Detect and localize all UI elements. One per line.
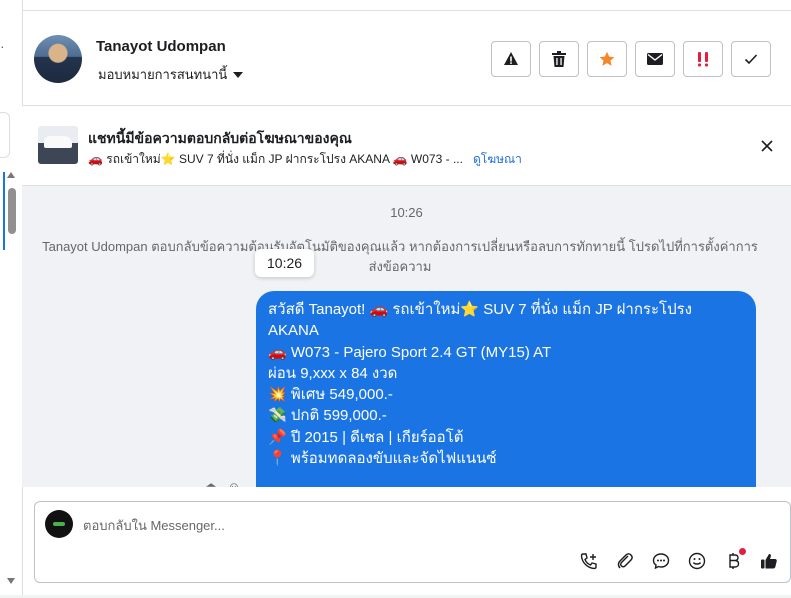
delete-button[interactable] [539, 41, 579, 77]
reply-icon[interactable]: ⏏ [205, 479, 217, 487]
message-timestamp: 10:26 [390, 205, 423, 220]
header-actions [491, 41, 771, 77]
message-bubble[interactable]: สวัสดี Tanayot! 🚗 รถเข้าใหม่⭐ SUV 7 ที่น… [256, 291, 756, 487]
saved-replies-button[interactable] [650, 550, 672, 572]
warning-icon [504, 52, 518, 65]
payments-button[interactable] [722, 548, 746, 572]
like-button[interactable] [758, 550, 780, 572]
follow-up-button[interactable] [683, 41, 723, 77]
left-sidebar: · [0, 0, 23, 598]
double-exclamation-icon [698, 52, 708, 67]
reply-composer [34, 501, 791, 583]
ad-description: 🚗 รถเข้าใหม่⭐ SUV 7 ที่นั่ง แม็ก JP ฝากร… [88, 152, 463, 166]
scroll-down-arrow-icon[interactable] [7, 578, 15, 584]
smiley-icon [688, 552, 706, 570]
report-spam-button[interactable] [491, 41, 531, 77]
scroll-thumb[interactable] [8, 188, 16, 234]
message-line: ผ่อน 9,xxx x 84 งวด [268, 364, 398, 382]
close-icon[interactable] [759, 138, 775, 154]
notification-dot [739, 548, 746, 555]
message-thread[interactable]: 10:26 Tanayot Udompan ตอบกลับข้อความต้อน… [22, 186, 791, 487]
assign-label: มอบหมายการสนทนานี้ [98, 67, 228, 82]
phone-plus-icon [580, 553, 597, 570]
view-ad-link[interactable]: ดูโฆษณา [473, 150, 522, 169]
composer-toolbar [578, 548, 780, 572]
mark-unread-button[interactable] [635, 41, 675, 77]
attach-button[interactable] [614, 550, 636, 572]
envelope-icon [647, 53, 663, 65]
message-line: 📌 ปี 2015 | ดีเซล | เกียร์ออโต้ [268, 428, 464, 446]
star-button[interactable] [587, 41, 627, 77]
message-line: สวัสดี Tanayot! 🚗 รถเข้าใหม่⭐ SUV 7 ที่น… [268, 301, 692, 318]
react-icon[interactable]: ☺ [227, 479, 240, 487]
emoji-button[interactable] [686, 550, 708, 572]
page-avatar [45, 510, 73, 538]
chat-bubble-icon [652, 553, 670, 570]
checkmark-icon [744, 54, 758, 65]
sidebar-card-edge[interactable] [0, 112, 10, 158]
reply-input[interactable] [83, 515, 553, 535]
scroll-indicator [3, 172, 5, 250]
message-line: 💸 ปกติ 599,000.- [268, 407, 387, 425]
message-tools: ⏏ ☺ [205, 479, 241, 487]
message-line: 💥 พิเศษ 549,000.- [268, 386, 393, 404]
message-line: 📍 พร้อมทดลองขับและจัดไฟแนนซ์ [268, 450, 497, 468]
system-message: Tanayot Udompan ตอบกลับข้อความต้อนรับอัต… [42, 239, 758, 274]
time-tooltip: 10:26 [255, 249, 315, 277]
ad-thumbnail[interactable] [38, 126, 78, 164]
scroll-up-arrow-icon[interactable] [7, 172, 15, 178]
ad-banner-subtitle: 🚗 รถเข้าใหม่⭐ SUV 7 ที่นั่ง แม็ก JP ฝากร… [88, 150, 522, 169]
conversation-panel: Tanayot Udompan มอบหมายการสนทนานี้ แชทนี… [22, 0, 791, 598]
ad-banner-title: แชทนี้มีข้อความตอบกลับต่อโฆษณาของคุณ [88, 130, 352, 146]
assign-conversation-dropdown[interactable]: มอบหมายการสนทนานี้ [98, 64, 244, 85]
sidebar-edge-glyph: · [0, 38, 5, 54]
thumbs-up-icon [761, 554, 777, 569]
star-icon [599, 51, 615, 66]
contact-name[interactable]: Tanayot Udompan [96, 38, 226, 55]
conversation-header: Tanayot Udompan มอบหมายการสนทนานี้ [22, 11, 791, 106]
mark-done-button[interactable] [731, 41, 771, 77]
scrollbar[interactable] [3, 172, 19, 588]
message-line: AKANA [268, 322, 319, 340]
caret-down-icon [233, 71, 244, 78]
call-request-button[interactable] [578, 550, 600, 572]
ad-reply-banner: แชทนี้มีข้อความตอบกลับต่อโฆษณาของคุณ 🚗 ร… [22, 106, 791, 186]
currency-icon [729, 553, 740, 569]
trash-icon [552, 51, 566, 67]
paperclip-icon [617, 553, 633, 569]
avatar[interactable] [34, 35, 82, 83]
message-line: 🚗 W073 - Pajero Sport 2.4 GT (MY15) AT [268, 343, 552, 361]
